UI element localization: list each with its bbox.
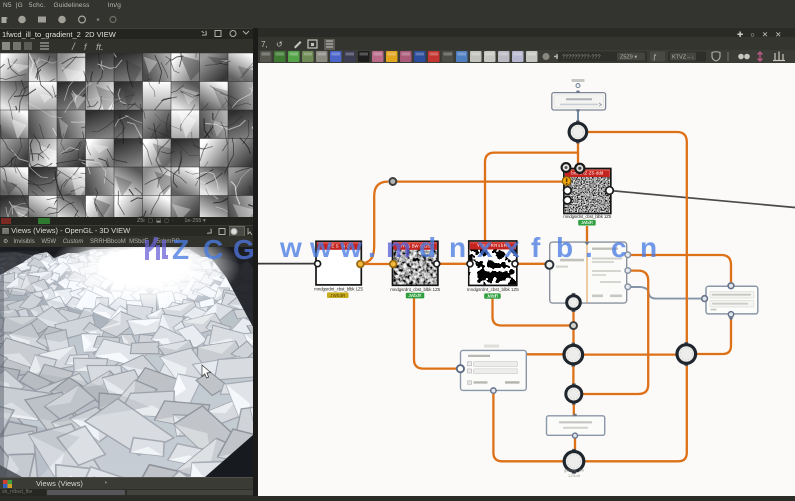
svg-text:Z5Z9 ▾: Z5Z9 ▾ — [620, 55, 637, 61]
svg-text:↺: ↺ — [276, 40, 283, 49]
svg-text:mndgsrdnt_cbst_blbk 1Z5: mndgsrdnt_cbst_blbk 1Z5 — [314, 287, 363, 292]
svg-text:YĖS NC: YĖS NC — [328, 243, 350, 248]
svg-text:ft.: ft. — [96, 42, 104, 52]
svg-text:7,: 7, — [261, 40, 268, 49]
svg-text:JWbdR: JWbdR — [487, 294, 499, 299]
svg-text:JWbdR: JWbdR — [581, 220, 593, 225]
svg-text:Y Sp·RRsbRt: Y Sp·RRsbRt — [477, 243, 510, 248]
svg-text:f: f — [84, 42, 88, 52]
svg-text:mndgsrdnt_cbst_blbk 1Z5: mndgsrdnt_cbst_blbk 1Z5 — [467, 287, 519, 292]
svg-text:gsndrtc_zw: gsndrtc_zw — [564, 468, 584, 473]
svg-text:mndgsrdnt_cbst_blbk 1Z5: mndgsrdnt_cbst_blbk 1Z5 — [390, 287, 440, 292]
svg-text:?????????·???: ?????????·??? — [562, 55, 601, 61]
svg-text:JWbdR: JWbdR — [409, 293, 422, 298]
svg-text:mndgsrdnt_cbst_blbk 1Z5: mndgsrdnt_cbst_blbk 1Z5 — [563, 214, 611, 219]
svg-text:ƒ: ƒ — [653, 54, 657, 61]
svg-text:/: / — [71, 42, 76, 53]
svg-text:KTVZ→↓: KTVZ→↓ — [672, 55, 695, 61]
svg-text:JWbdR: JWbdR — [330, 293, 345, 298]
svg-text:1Z5dd: 1Z5dd — [568, 474, 580, 478]
svg-text:YR·S BW·S GS: YR·S BW·S GS — [400, 243, 430, 248]
